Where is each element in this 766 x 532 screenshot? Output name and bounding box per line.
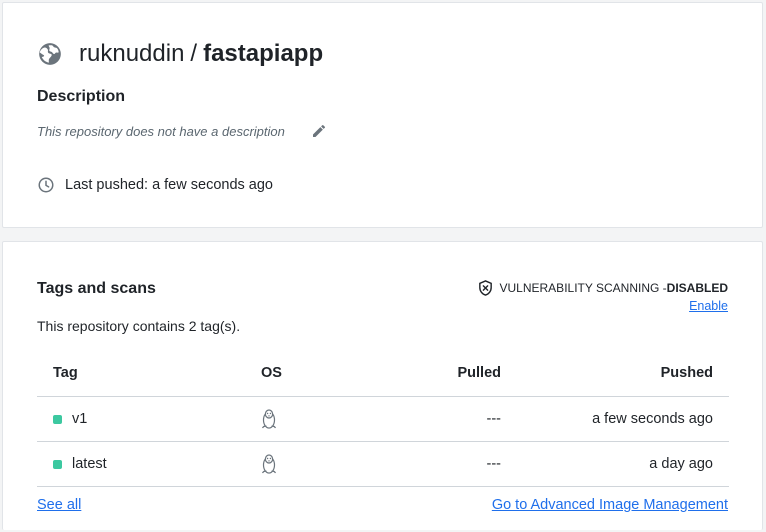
vulnerability-status: DISABLED <box>666 281 728 295</box>
pulled-cell: --- <box>381 396 501 442</box>
tag-name[interactable]: latest <box>72 456 107 472</box>
table-row[interactable]: latest --- a day ago <box>37 441 729 487</box>
see-all-link[interactable]: See all <box>37 497 81 513</box>
tags-table: Tag OS Pulled Pushed v1 --- a few second… <box>37 350 729 487</box>
pushed-cell: a few seconds ago <box>501 396 729 442</box>
globe-icon <box>39 43 61 65</box>
advanced-image-management-link[interactable]: Go to Advanced Image Management <box>492 497 728 513</box>
repository-owner[interactable]: ruknuddin <box>79 40 184 67</box>
last-pushed-row: Last pushed: a few seconds ago <box>37 176 273 194</box>
os-cell <box>243 441 381 487</box>
tag-cell: latest <box>37 441 243 487</box>
vulnerability-status-line: VULNERABILITY SCANNING - DISABLED <box>477 279 728 297</box>
tag-cell: v1 <box>37 396 243 442</box>
column-header-pushed[interactable]: Pushed <box>501 350 729 397</box>
vulnerability-label: VULNERABILITY SCANNING - <box>499 281 667 295</box>
tag-count-text: This repository contains 2 tag(s). <box>37 318 241 334</box>
description-heading: Description <box>37 88 126 105</box>
pencil-edit-icon[interactable] <box>311 123 327 139</box>
shield-x-icon <box>478 280 492 296</box>
clock-icon <box>38 177 54 193</box>
repository-title-row: ruknuddin / fastapiapp <box>37 40 323 68</box>
linux-icon <box>261 454 277 474</box>
os-cell <box>243 396 381 442</box>
column-header-pulled[interactable]: Pulled <box>381 350 501 397</box>
repository-name: fastapiapp <box>203 40 324 67</box>
enable-scanning-link[interactable]: Enable <box>689 299 728 313</box>
last-pushed-text: Last pushed: a few seconds ago <box>65 177 273 193</box>
column-header-tag[interactable]: Tag <box>37 350 243 397</box>
table-header-row: Tag OS Pulled Pushed <box>37 350 729 397</box>
status-dot <box>53 459 62 469</box>
repository-card: ruknuddin / fastapiapp Description This re… <box>2 2 763 228</box>
status-dot <box>53 414 62 424</box>
title-separator: / <box>190 40 198 67</box>
tags-card: Tags and scans VULNERABILITY SCANNING - … <box>2 241 763 530</box>
linux-icon <box>261 409 277 429</box>
column-header-os[interactable]: OS <box>243 350 381 397</box>
tag-name[interactable]: v1 <box>72 411 87 427</box>
description-text: This repository does not have a descript… <box>37 123 285 139</box>
description-row: This repository does not have a descript… <box>37 123 327 139</box>
pushed-cell: a day ago <box>501 441 729 487</box>
table-row[interactable]: v1 --- a few seconds ago <box>37 396 729 442</box>
vulnerability-scanning-block: VULNERABILITY SCANNING - DISABLED Enable <box>477 279 728 313</box>
pulled-cell: --- <box>381 441 501 487</box>
tags-heading: Tags and scans <box>37 280 156 297</box>
repository-title: ruknuddin / fastapiapp <box>79 40 323 68</box>
